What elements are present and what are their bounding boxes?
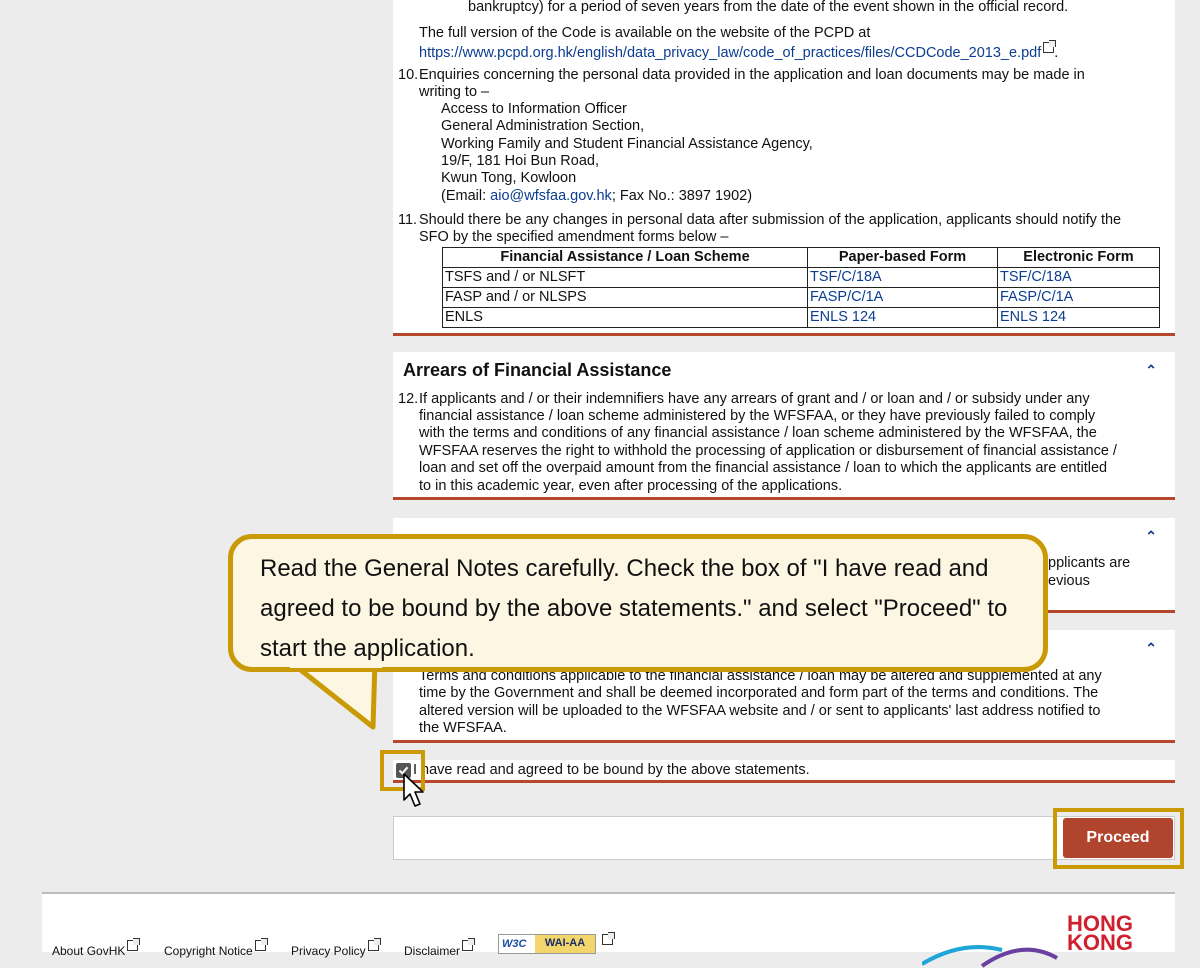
mouse-cursor-icon [403,773,424,807]
hong-kong-logo: HONG KONG [1067,913,1133,955]
address-line: General Administration Section, [441,118,645,134]
paper-form-cell: FASP/C/1A [807,287,998,308]
table-row: TSFS and / or NLSFT TSF/C/18A TSF/C/18A [442,267,1160,288]
agree-label[interactable]: I have read and agreed to be bound by th… [413,762,810,779]
footer-link-label: Copyright Notice [164,944,253,958]
arrears-line: If applicants and / or their indemnifier… [419,391,1090,407]
brand-hong-kong-swoosh [922,945,1058,968]
w3c-logo-text: W3C [502,938,527,950]
contact-line: (Email: aio@wfsfaa.gov.hk; Fax No.: 3897… [441,188,752,205]
collapse-caret-icon[interactable]: ⌃ [1145,640,1157,657]
electronic-form-link[interactable]: TSF/C/18A [1000,269,1072,285]
electronic-form-cell: TSF/C/18A [997,267,1160,288]
paper-form-link[interactable]: ENLS 124 [810,309,876,325]
item-12-number: 12. [398,391,419,407]
electronic-form-cell: ENLS 124 [997,307,1160,328]
table-row: ENLS ENLS 124 ENLS 124 [442,307,1160,328]
agreement-row: I have read and agreed to be bound by th… [393,760,1175,783]
external-link-icon [1043,40,1057,53]
external-link-icon [254,938,268,951]
footer-link-label: Disclaimer [404,944,461,958]
arrears-line: with the terms and conditions of any fin… [419,425,1097,441]
collapse-caret-icon[interactable]: ⌃ [1145,362,1157,379]
footer-link-copyright[interactable]: Copyright Notice [164,938,268,958]
scheme-cell: ENLS [442,307,808,328]
fax-text: ; Fax No.: 3897 1902) [611,188,753,204]
scheme-cell: TSFS and / or NLSFT [442,267,808,288]
code-intro-text: The full version of the Code is availabl… [419,25,871,41]
footer-link-label: About GovHK [52,944,126,958]
arrears-line: financial assistance / loan scheme admin… [419,408,1096,424]
wai-aa-text: WAI-AA [535,935,595,953]
address-line: Kwun Tong, Kowloon [441,170,577,186]
wai-aa-badge[interactable]: W3C WAI-AA [498,934,596,954]
item-10-line1: Enquiries concerning the personal data p… [419,67,1085,83]
paper-form-cell: ENLS 124 [807,307,998,328]
table-header: Electronic Form [997,247,1160,268]
paper-form-link[interactable]: FASP/C/1A [810,289,883,305]
item-11-number: 11. [398,212,418,228]
scheme-cell: FASP and / or NLSPS [442,287,808,308]
table-header: Paper-based Form [807,247,998,268]
footer-link-about[interactable]: About GovHK [52,938,141,958]
address-line: Access to Information Officer [441,101,627,117]
email-prefix: (Email: [441,188,491,204]
logo-line: KONG [1067,930,1133,955]
terms-line: time by the Government and shall be deem… [419,685,1099,701]
proceed-highlight [1053,808,1184,869]
callout-text: Read the General Notes carefully. Check … [260,555,1008,662]
item-10-line2: writing to – [419,84,490,100]
electronic-form-link[interactable]: FASP/C/1A [1000,289,1073,305]
amendment-forms-table: Financial Assistance / Loan Scheme Paper… [442,247,1160,328]
terms-line: altered version will be uploaded to the … [419,703,1101,719]
item-10-number: 10. [398,67,419,83]
address-line: 19/F, 181 Hoi Bun Road, [441,153,599,169]
electronic-form-cell: FASP/C/1A [997,287,1160,308]
external-link-icon [602,932,615,945]
item-11-line2: SFO by the specified amendment forms bel… [419,229,729,245]
paper-form-link[interactable]: TSF/C/18A [810,269,882,285]
table-row: FASP and / or NLSPS FASP/C/1A FASP/C/1A [442,287,1160,308]
instruction-callout: Read the General Notes carefully. Check … [228,534,1048,672]
collapse-caret-icon[interactable]: ⌃ [1145,528,1157,545]
hidden-section-text: evious [1048,573,1090,589]
footer-link-disclaimer[interactable]: Disclaimer [404,938,476,958]
arrears-title: Arrears of Financial Assistance [403,360,672,380]
page-footer: About GovHK Copyright Notice Privacy Pol… [42,892,1175,968]
table-header-row: Financial Assistance / Loan Scheme Paper… [442,247,1160,268]
privacy-top-text: bankruptcy) for a period of seven years … [468,0,1069,15]
table-header: Financial Assistance / Loan Scheme [442,247,808,268]
external-link-icon [367,938,381,951]
arrears-line: loan and set off the overpaid amount fro… [419,460,1108,476]
address-line: Working Family and Student Financial Ass… [441,136,813,152]
footer-link-privacy[interactable]: Privacy Policy [291,938,381,958]
pcpd-code-link[interactable]: https://www.pcpd.org.hk/english/data_pri… [419,45,1041,61]
email-link[interactable]: aio@wfsfaa.gov.hk [490,188,612,204]
external-link-icon [462,938,476,951]
callout-seam [290,660,382,668]
callout-tail [285,657,378,730]
footer-link-label: Privacy Policy [291,944,366,958]
paper-form-cell: TSF/C/18A [807,267,998,288]
arrears-line: to in this academic year, even after pro… [419,478,843,494]
electronic-form-link[interactable]: ENLS 124 [1000,309,1066,325]
arrears-line: WFSFAA reserves the right to withhold th… [419,443,1117,459]
item-11-line1: Should there be any changes in personal … [419,212,1122,228]
external-link-icon [127,938,141,951]
arrears-section: Arrears of Financial Assistance ⌃ 12. If… [393,352,1175,500]
hidden-section-text: pplicants are [1048,555,1131,571]
code-link-row: https://www.pcpd.org.hk/english/data_pri… [419,40,1058,62]
